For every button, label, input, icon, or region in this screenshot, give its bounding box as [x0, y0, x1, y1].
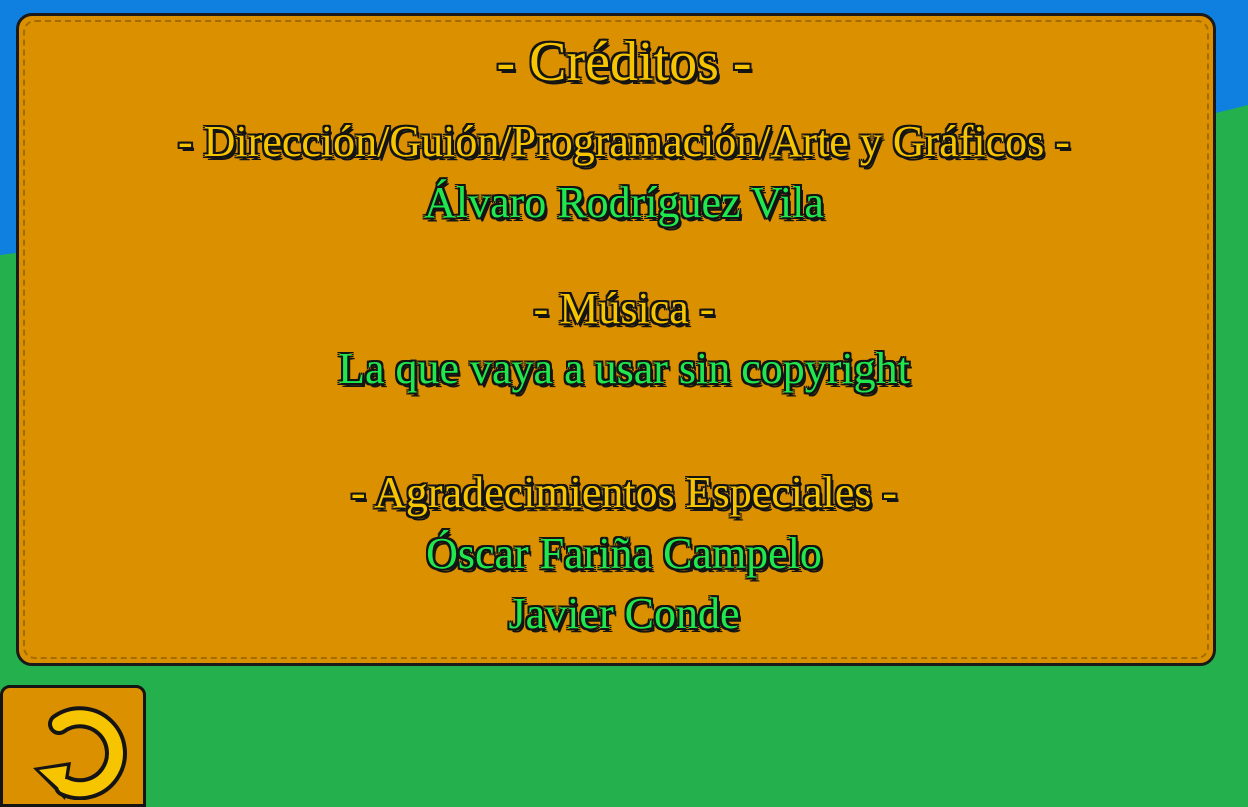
thanks-name-oscar: Óscar Fariña Campelo	[426, 529, 822, 578]
back-button[interactable]	[0, 685, 146, 807]
direction-heading: - Dirección/Guión/Programación/Arte y Gr…	[178, 117, 1070, 166]
back-arrow-icon	[33, 706, 127, 800]
credits-title: - Créditos -	[496, 31, 752, 93]
thanks-heading: - Agradecimientos Especiales -	[350, 468, 898, 517]
thanks-name-javier: Javier Conde	[508, 589, 740, 638]
music-heading: - Música -	[533, 284, 715, 333]
music-name: La que vaya a usar sin copyright	[338, 344, 910, 393]
direction-name: Álvaro Rodríguez Vila	[424, 178, 824, 227]
